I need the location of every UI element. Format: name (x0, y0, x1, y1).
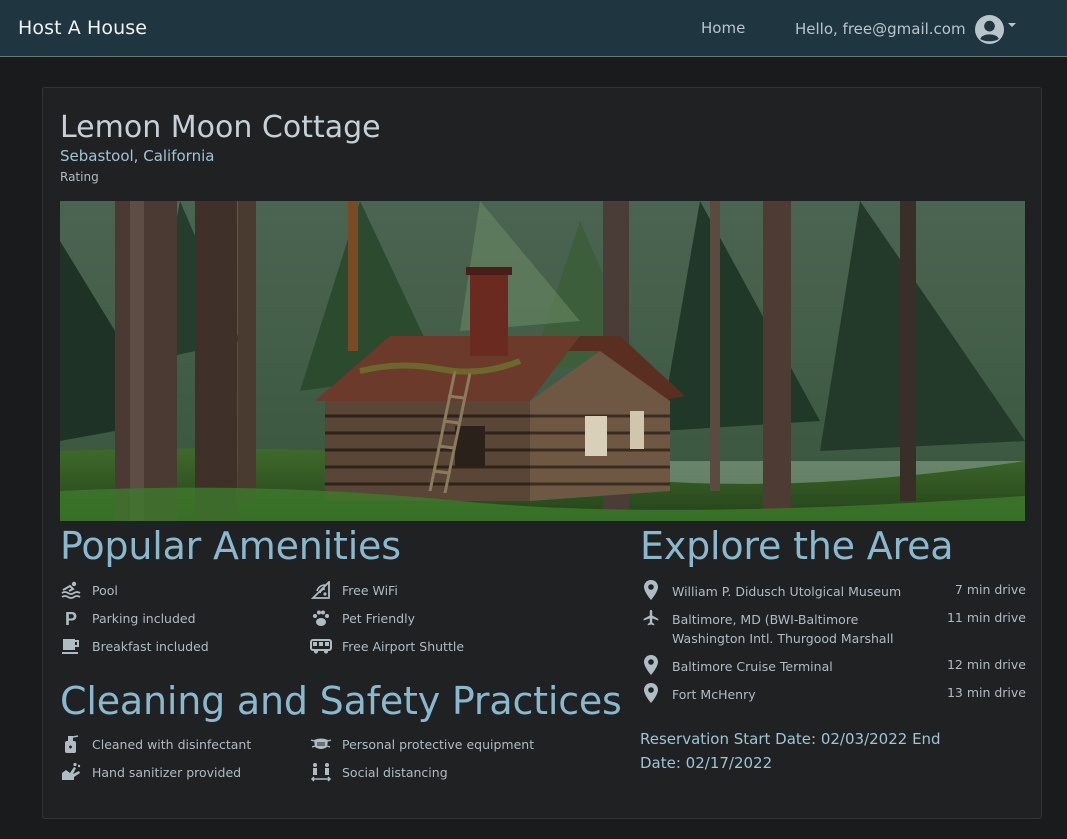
swimming-icon (60, 580, 82, 600)
cleaning-disinfectant: Cleaned with disinfectant (60, 734, 251, 754)
chevron-down-icon (1007, 23, 1016, 27)
explore-place: William P. Didusch Utolgical Museum 7 mi… (640, 580, 1026, 604)
drive-time: 13 min drive (946, 685, 1026, 700)
hand-wash-icon (60, 762, 82, 782)
user-greeting: Hello, free@gmail.com (795, 20, 966, 38)
amenity-label: Parking included (92, 610, 196, 626)
paw-icon (310, 608, 332, 628)
listing-location: Sebastool, California (60, 147, 215, 165)
cleaning-ppe: Personal protective equipment (310, 734, 534, 754)
drive-time: 11 min drive (946, 610, 1026, 625)
place-name: William P. Didusch Utolgical Museum (672, 584, 902, 599)
explore-heading: Explore the Area (640, 524, 954, 568)
shuttle-icon (310, 636, 332, 656)
drive-time: 12 min drive (946, 657, 1026, 672)
amenity-breakfast: Breakfast included (60, 636, 209, 656)
amenity-label: Free WiFi (342, 582, 398, 598)
top-navbar: Host A House Home Hello, free@gmail.com (0, 0, 1067, 57)
listing-photo (60, 201, 1025, 521)
brand-logo-text[interactable]: Host A House (18, 17, 147, 39)
social-distance-icon (310, 762, 332, 782)
wifi-icon (310, 580, 332, 600)
amenity-parking: P Parking included (60, 608, 196, 628)
amenity-label: Free Airport Shuttle (342, 638, 465, 654)
listing-rating: Rating (60, 170, 99, 184)
svg-text:P: P (65, 609, 77, 627)
amenity-label: Pool (92, 582, 118, 598)
cleaning-label: Personal protective equipment (342, 736, 535, 752)
cleaning-label: Cleaned with disinfectant (92, 736, 252, 752)
airplane-icon (643, 609, 659, 626)
place-name: Baltimore Cruise Terminal (672, 659, 833, 674)
map-pin-icon (644, 683, 658, 703)
explore-place: Baltimore Cruise Terminal 12 min drive (640, 655, 1026, 679)
cleaning-distancing: Social distancing (310, 762, 448, 782)
nav-home-link[interactable]: Home (701, 19, 745, 37)
map-pin-icon (644, 580, 658, 600)
coffee-icon (60, 636, 82, 656)
amenities-heading: Popular Amenities (60, 524, 401, 568)
listing-title: Lemon Moon Cottage (60, 110, 381, 145)
amenity-pool: Pool (60, 580, 118, 600)
listing-card: Lemon Moon Cottage Sebastool, California… (42, 87, 1042, 819)
cleaning-heading: Cleaning and Safety Practices (60, 679, 622, 723)
spray-bottle-icon (60, 734, 82, 754)
amenity-wifi: Free WiFi (310, 580, 398, 600)
user-menu-dropdown[interactable]: Hello, free@gmail.com (795, 12, 1016, 46)
mask-icon (310, 734, 332, 754)
amenity-pets: Pet Friendly (310, 608, 415, 628)
map-pin-icon (644, 655, 658, 675)
cleaning-sanitizer: Hand sanitizer provided (60, 762, 241, 782)
place-name: Fort McHenry (672, 687, 756, 702)
explore-place: Baltimore, MD (BWI-Baltimore Washington … (640, 609, 1026, 650)
amenity-shuttle: Free Airport Shuttle (310, 636, 464, 656)
amenity-label: Pet Friendly (342, 610, 415, 626)
reservation-dates: Reservation Start Date: 02/03/2022 End D… (640, 730, 941, 772)
place-name: Baltimore, MD (BWI-Baltimore Washington … (672, 612, 894, 646)
drive-time: 7 min drive (954, 582, 1026, 597)
parking-icon: P (60, 608, 82, 628)
cleaning-label: Social distancing (342, 764, 448, 780)
amenity-label: Breakfast included (92, 638, 209, 654)
cleaning-label: Hand sanitizer provided (92, 764, 242, 780)
explore-place: Fort McHenry 13 min drive (640, 683, 1026, 707)
user-avatar-icon (974, 14, 1004, 44)
